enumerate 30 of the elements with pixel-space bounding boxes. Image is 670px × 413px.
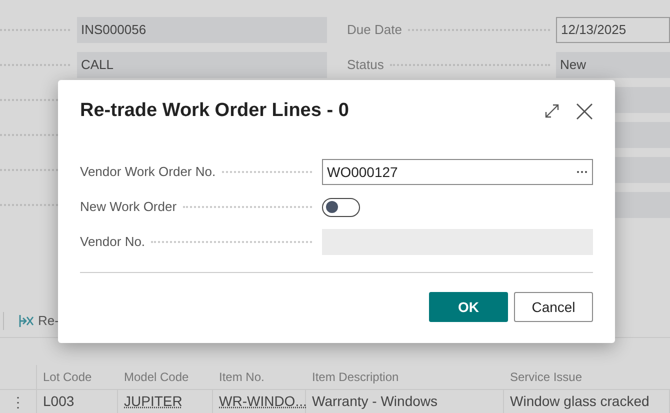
lookup-field[interactable]: WO000127 <box>322 159 593 185</box>
close-icon[interactable] <box>576 102 593 120</box>
table-cell: Warranty - Windows <box>306 390 504 413</box>
ok-button[interactable]: OK <box>429 292 508 322</box>
row-menu-button[interactable]: ⋮ <box>11 394 25 408</box>
field-label: Vendor No. <box>80 233 146 252</box>
text-field[interactable]: INS000056 <box>77 17 327 43</box>
date-field[interactable]: 12/13/2025 <box>556 17 670 43</box>
action-button[interactable]: Re- <box>18 311 59 331</box>
toggle-switch[interactable] <box>322 198 360 216</box>
field-label: New Work Order <box>80 198 177 216</box>
cancel-button[interactable]: Cancel <box>514 292 593 322</box>
table-cell: L003 <box>37 390 118 413</box>
field-label: Status <box>347 56 384 74</box>
table-cell[interactable]: JUPITER <box>118 390 213 413</box>
column-header[interactable]: Item No. <box>213 365 306 389</box>
column-header[interactable]: Lot Code <box>37 365 118 389</box>
table-cell[interactable]: WR-WINDO... <box>213 390 306 413</box>
table-cell: Window glass cracked <box>504 390 670 413</box>
column-header[interactable]: Model Code <box>118 365 213 389</box>
expand-icon[interactable] <box>544 103 560 119</box>
text-field[interactable]: New <box>556 52 670 78</box>
dialog-title: Re-trade Work Order Lines - 0 <box>80 98 349 123</box>
field-label: Due Date <box>347 21 402 40</box>
text-field[interactable]: CALL <box>77 52 327 78</box>
more-icon[interactable] <box>576 170 588 174</box>
field-label: Vendor Work Order No. <box>80 163 216 182</box>
column-header[interactable]: Service Issue <box>504 365 670 389</box>
re-trade-icon <box>18 314 34 328</box>
column-header[interactable]: Item Description <box>306 365 504 389</box>
